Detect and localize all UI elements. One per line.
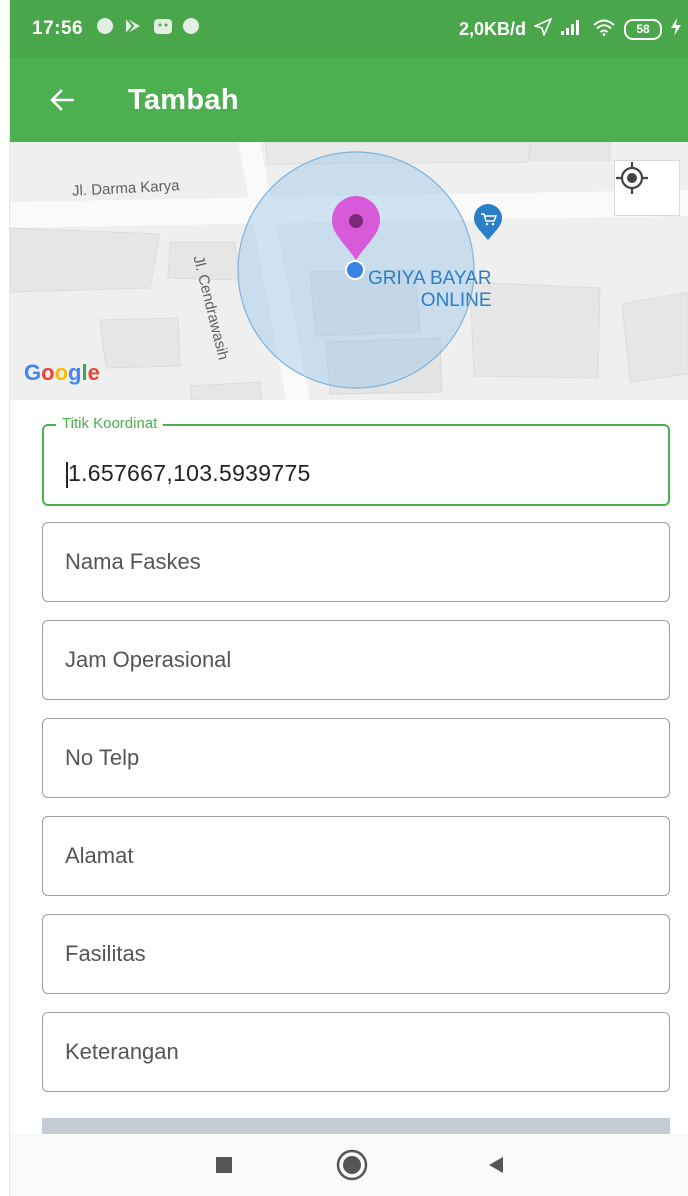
status-bar: 17:56 2,0KB/d 58 — [10, 0, 688, 58]
status-right-group: 2,0KB/d 58 — [459, 0, 682, 58]
google-logo: Google — [24, 360, 100, 385]
coordinate-field-label: Titik Koordinat — [56, 415, 164, 432]
back-button[interactable] — [36, 73, 90, 127]
name-field[interactable]: Nama Faskes — [42, 522, 670, 602]
location-dot — [345, 260, 365, 280]
facilities-field[interactable]: Fasilitas — [42, 914, 670, 994]
phone-field-placeholder: No Telp — [65, 745, 140, 770]
phone-field[interactable]: No Telp — [42, 718, 670, 798]
address-field[interactable]: Alamat — [42, 816, 670, 896]
operating-hours-field[interactable]: Jam Operasional — [42, 620, 670, 700]
poi-label[interactable]: GRIYA BAYAR ONLINE — [368, 268, 492, 312]
circle-icon — [336, 1149, 368, 1181]
poi-label-line-2: ONLINE — [420, 290, 492, 311]
square-icon — [216, 1157, 232, 1173]
notes-field[interactable]: Keterangan — [42, 1012, 670, 1092]
coordinate-field[interactable]: Titik Koordinat 1.657667,103.5939775 — [42, 415, 670, 506]
operating-hours-placeholder: Jam Operasional — [65, 647, 232, 672]
arrow-left-icon — [50, 89, 74, 111]
my-location-icon — [616, 162, 648, 194]
android-icon — [153, 16, 173, 42]
app-bar: Tambah — [10, 58, 688, 142]
wifi-icon — [592, 18, 616, 41]
map-view[interactable]: Jl. Darma Karya Jl. Cendrawasih GRIYA BA… — [10, 142, 688, 400]
network-speed: 2,0KB/d — [458, 18, 526, 39]
play-store-icon — [123, 16, 143, 42]
name-field-placeholder: Nama Faskes — [65, 549, 201, 574]
poi-label-line-1: GRIYA BAYAR — [368, 268, 492, 289]
notification-dot-icon — [97, 18, 114, 40]
triangle-back-icon — [489, 1157, 503, 1173]
facilities-field-placeholder: Fasilitas — [65, 941, 146, 966]
notes-field-placeholder: Keterangan — [65, 1039, 179, 1064]
notification-dot-icon — [183, 18, 200, 40]
signal-icon — [560, 18, 584, 41]
coordinate-value: 1.657667,103.5939775 — [68, 460, 311, 487]
my-location-button[interactable] — [614, 160, 680, 216]
screen-edge — [0, 0, 10, 1196]
add-facility-form: Titik Koordinat 1.657667,103.5939775 Nam… — [42, 415, 670, 1110]
home-button[interactable] — [328, 1141, 376, 1189]
back-nav-button[interactable] — [472, 1141, 520, 1189]
charging-bolt-icon — [670, 17, 682, 41]
recents-button[interactable] — [200, 1141, 248, 1189]
system-nav-bar — [10, 1134, 688, 1196]
location-arrow-icon — [532, 16, 553, 41]
battery-icon: 58 — [624, 18, 662, 40]
address-field-placeholder: Alamat — [65, 843, 134, 868]
status-time: 17:56 — [32, 18, 84, 39]
page-title: Tambah — [128, 83, 239, 116]
